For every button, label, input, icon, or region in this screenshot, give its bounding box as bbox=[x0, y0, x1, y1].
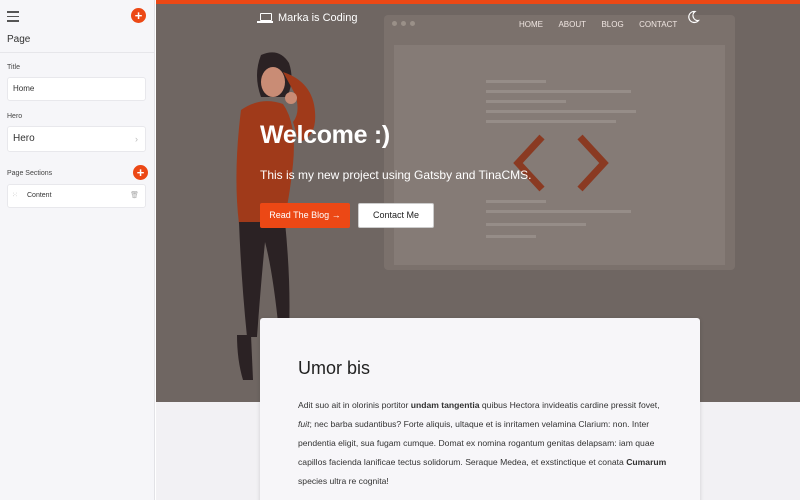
page-sections-label: Page Sections bbox=[7, 170, 53, 177]
browser-illustration bbox=[384, 15, 735, 270]
code-brackets-icon bbox=[513, 134, 609, 192]
brand-name: Marka is Coding bbox=[278, 12, 358, 24]
hero-subtitle: This is my new project using Gatsby and … bbox=[260, 168, 532, 182]
drag-handle-icon[interactable]: ⁙ bbox=[12, 185, 18, 207]
bold-text: Cumarum bbox=[626, 457, 667, 467]
sidebar-header: + bbox=[0, 0, 154, 32]
chevron-right-icon: › bbox=[135, 134, 138, 144]
nav-contact[interactable]: CONTACT bbox=[639, 20, 677, 29]
title-input[interactable]: Home bbox=[7, 77, 146, 101]
content-card: Umor bis Adit suo ait in olorinis portit… bbox=[260, 318, 700, 500]
nav-home[interactable]: HOME bbox=[519, 20, 543, 29]
nav-about[interactable]: ABOUT bbox=[558, 20, 586, 29]
bold-text: undam tangentia bbox=[410, 400, 480, 410]
add-section-button[interactable]: + bbox=[133, 165, 148, 180]
hero-group-field[interactable]: Hero › bbox=[7, 126, 146, 152]
site-brand[interactable]: Marka is Coding bbox=[257, 12, 358, 24]
hamburger-icon[interactable] bbox=[7, 11, 19, 22]
form-title: Page bbox=[7, 34, 31, 45]
cms-sidebar: + Page Title Home Hero Hero › Page Secti… bbox=[0, 0, 155, 500]
contact-me-button[interactable]: Contact Me bbox=[358, 203, 434, 228]
nav-blog[interactable]: BLOG bbox=[601, 20, 623, 29]
hero-title: Welcome :) bbox=[260, 121, 390, 149]
accent-top-bar bbox=[156, 0, 800, 4]
browser-illustration-content bbox=[394, 45, 725, 265]
title-label: Title bbox=[7, 64, 20, 71]
page-form bbox=[0, 52, 154, 500]
hero-label: Hero bbox=[7, 113, 23, 120]
italic-text: fuit bbox=[298, 419, 310, 429]
card-paragraph: Adit suo ait in olorinis portitor undam … bbox=[298, 400, 667, 486]
moon-icon[interactable] bbox=[686, 10, 700, 24]
site-nav: HOME ABOUT BLOG CONTACT bbox=[519, 14, 688, 32]
site-preview: Marka is Coding HOME ABOUT BLOG CONTACT … bbox=[156, 0, 800, 500]
read-blog-button[interactable]: Read The Blog → bbox=[260, 203, 350, 228]
trash-icon[interactable]: 🗑︎ bbox=[130, 185, 139, 207]
section-item-label: Content bbox=[27, 192, 52, 199]
hero-field-value: Hero bbox=[13, 133, 35, 144]
laptop-icon bbox=[257, 13, 273, 23]
section-item[interactable]: ⁙ Content 🗑︎ bbox=[7, 184, 146, 208]
add-page-button[interactable]: + bbox=[131, 8, 146, 23]
card-title: Umor bis bbox=[298, 358, 371, 378]
